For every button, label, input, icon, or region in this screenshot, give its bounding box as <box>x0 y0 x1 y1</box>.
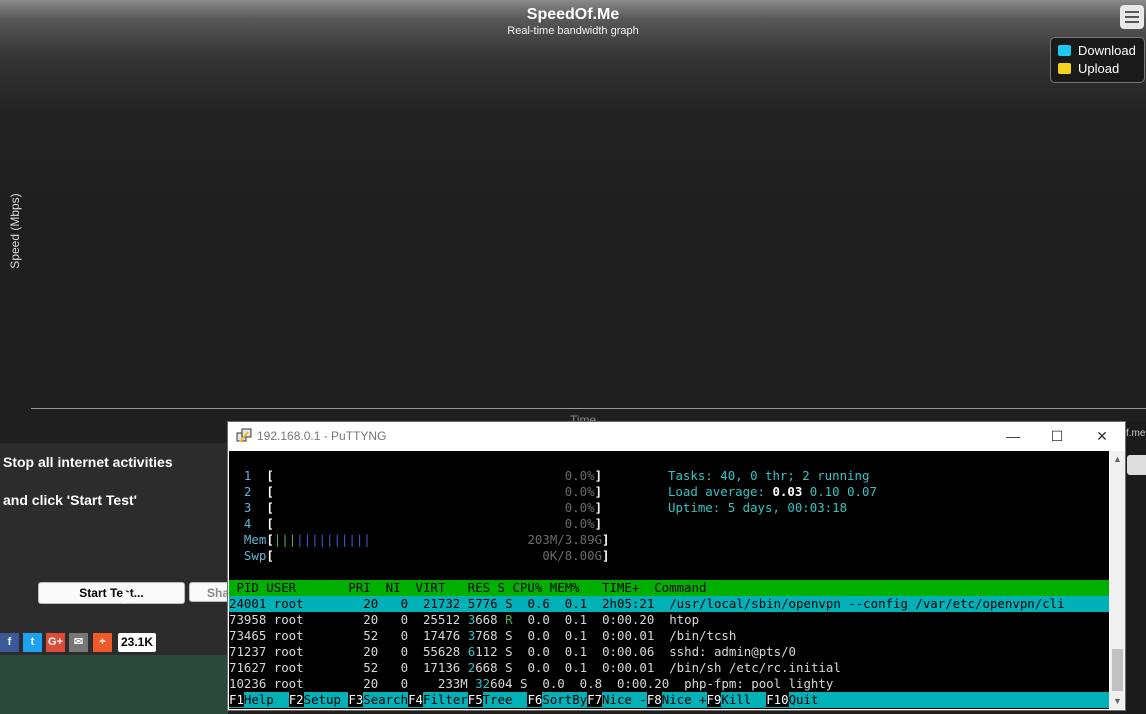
instruction-line-1: Stop all internet activities <box>3 454 173 470</box>
swap-meter: Swp[ 0K/8.00G] <box>243 548 610 563</box>
minimize-button[interactable]: — <box>990 422 1036 451</box>
fkey-f7: F7 <box>587 692 603 707</box>
table-row[interactable]: 10236 root 20 0 233M 32604 S 0.0 0.8 0:0… <box>229 676 833 692</box>
y-axis-label: Speed (Mbps) <box>8 193 22 269</box>
column-headers[interactable]: PID USER PRI NI VIRT RES S CPU% MEM% TIM… <box>229 580 706 596</box>
function-key-row[interactable]: F1Help F2Setup F3SearchF4FilterF5Tree F6… <box>229 692 818 708</box>
graph-title: SpeedOf.Me <box>526 6 620 23</box>
scroll-down-arrow-icon[interactable]: ▼ <box>1110 693 1125 709</box>
uptime-info: Uptime: 5 days, 00:03:18 <box>668 500 848 515</box>
more-share-icon[interactable]: + <box>93 633 112 652</box>
hamburger-menu-icon[interactable] <box>1120 5 1144 29</box>
putty-window[interactable]: 192.168.0.1 - PuTTYNG — ☐ ✕ 1 [ 0.0%] 2 … <box>227 421 1126 711</box>
cpu-meter-row: 3 [ 0.0%] <box>243 500 603 515</box>
fkey-f4: F4 <box>408 692 423 707</box>
legend-item-upload: Upload <box>1058 60 1119 76</box>
legend-label: Upload <box>1078 60 1120 76</box>
putty-icon <box>236 428 252 443</box>
scroll-up-arrow-icon[interactable]: ▲ <box>1110 451 1125 467</box>
memory-meter: Mem[||||||||||||| 203M/3.89G] <box>243 532 610 547</box>
table-row[interactable]: 71237 root 20 0 55628 6112 S 0.0 0.1 0:0… <box>229 644 796 660</box>
fragment-text: f.me <box>1126 428 1146 439</box>
fkey-f6: F6 <box>527 692 543 707</box>
fkey-f1: F1 <box>229 692 244 707</box>
table-row[interactable]: 73958 root 20 0 25512 3668 R 0.0 0.1 0:0… <box>229 612 699 628</box>
fkey-f9: F9 <box>706 692 722 707</box>
bandwidth-graph: SpeedOf.Me Real-time bandwidth graph Spe… <box>0 0 1146 443</box>
hamburger-menu-icon[interactable] <box>1127 455 1146 475</box>
cpu-meter-row: 2 [ 0.0%] <box>243 484 603 499</box>
table-row[interactable]: 24001 root 20 0 21732 5776 S 0.6 0.1 2h0… <box>229 596 1065 612</box>
fkey-f10: F10 <box>766 692 789 707</box>
cpu-meter-row: 4 [ 0.0%] <box>243 516 603 531</box>
email-icon[interactable]: ✉ <box>69 633 88 652</box>
fkey-f5: F5 <box>467 692 483 707</box>
legend-item-download: Download <box>1058 42 1136 58</box>
fkey-f2: F2 <box>288 692 304 707</box>
vertical-scrollbar[interactable]: ▲ ▼ <box>1110 451 1125 709</box>
graph-legend: Download Upload <box>1050 37 1145 83</box>
upload-swatch <box>1058 62 1071 74</box>
start-test-button[interactable]: Start Test... <box>38 582 185 604</box>
download-swatch <box>1058 44 1071 56</box>
scroll-thumb[interactable] <box>1112 649 1123 691</box>
terminal-screen[interactable]: 1 [ 0.0%] 2 [ 0.0%] 3 [ 0.0%] 4 [0.0%] … <box>229 451 1109 709</box>
maximize-button[interactable]: ☐ <box>1034 422 1080 451</box>
table-row[interactable]: 73465 root 52 0 17476 3768 S 0.0 0.1 0:0… <box>229 628 736 644</box>
tasks-info: Tasks: 40, 0 thr; 2 running <box>668 468 870 483</box>
fkey-f3: F3 <box>348 692 364 707</box>
twitter-icon[interactable]: t <box>23 633 42 652</box>
share-count-badge: 23.1K <box>118 633 157 652</box>
load-average-info: Load average: 0.03 0.10 0.07 <box>668 484 877 499</box>
window-titlebar[interactable]: 192.168.0.1 - PuTTYNG — ☐ ✕ <box>228 422 1125 451</box>
close-button[interactable]: ✕ <box>1079 422 1125 451</box>
legend-label: Download <box>1078 42 1136 58</box>
fkey-f8: F8 <box>646 692 662 707</box>
google-plus-icon[interactable]: G+ <box>46 633 65 652</box>
cpu-meter-row: 1 [ 0.0%] <box>243 468 603 483</box>
graph-subtitle: Real-time bandwidth graph <box>507 25 639 37</box>
footer-band <box>0 655 228 714</box>
instruction-line-2: and click 'Start Test' <box>3 492 137 508</box>
x-axis-line <box>31 408 1146 409</box>
window-title: 192.168.0.1 - PuTTYNG <box>257 429 387 443</box>
facebook-icon[interactable]: f <box>0 633 19 652</box>
table-row[interactable]: 71627 root 52 0 17136 2668 S 0.0 0.1 0:0… <box>229 660 841 676</box>
